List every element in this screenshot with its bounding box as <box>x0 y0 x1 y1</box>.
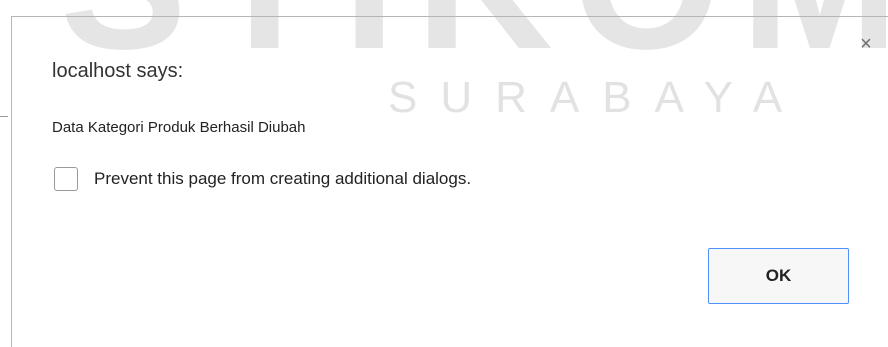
close-icon[interactable]: × <box>856 34 876 54</box>
prevent-dialogs-checkbox[interactable] <box>54 167 78 191</box>
prevent-dialogs-label: Prevent this page from creating addition… <box>94 169 472 188</box>
page-edge-tick <box>0 116 8 117</box>
prevent-dialogs-option[interactable]: Prevent this page from creating addition… <box>54 167 471 191</box>
screenshot-stage: STIKOM SURABAYA × localhost says: Data K… <box>0 0 888 347</box>
dialog-title: localhost says: <box>52 60 184 82</box>
dialog-message: Data Kategori Produk Berhasil Diubah <box>52 119 306 136</box>
ok-button[interactable]: OK <box>708 248 849 304</box>
